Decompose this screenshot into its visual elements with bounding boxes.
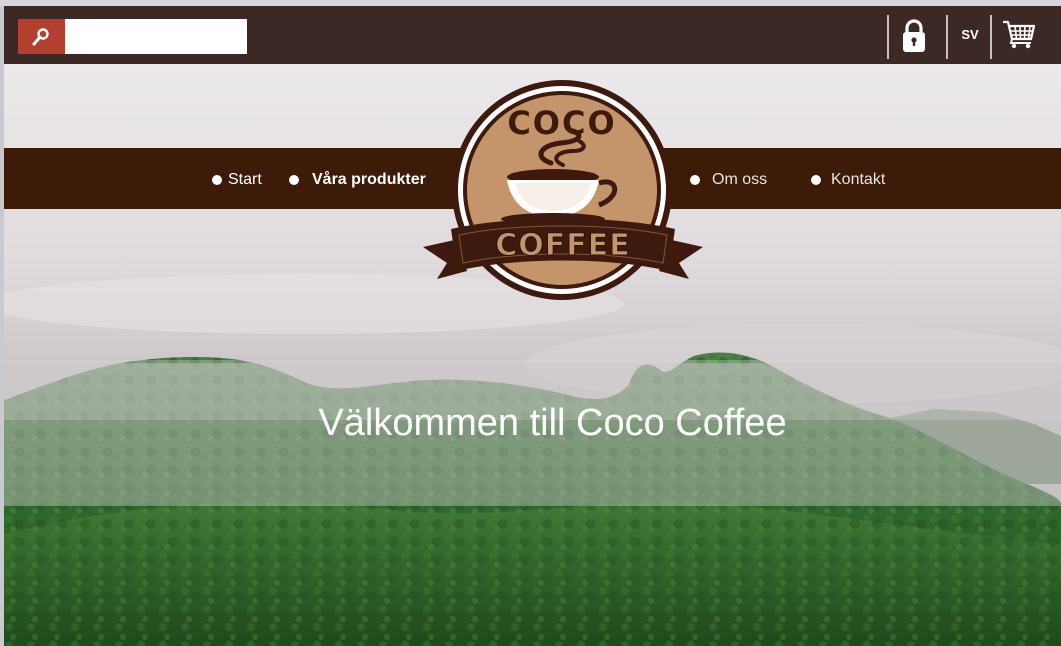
hero-title: Välkommen till Coco Coffee xyxy=(318,402,787,444)
nav-item-start[interactable]: Start xyxy=(212,171,262,189)
nav-item-label: Om oss xyxy=(712,171,768,188)
login-button[interactable] xyxy=(901,18,927,54)
search-icon xyxy=(32,28,49,46)
search-input[interactable] xyxy=(65,19,247,54)
bullet-icon xyxy=(212,175,222,185)
coco-coffee-logo: COCO COFFEE xyxy=(423,80,703,300)
window-edge-top xyxy=(0,0,1061,6)
logo-banner-text: COFFEE xyxy=(495,228,631,263)
nav-item-label: Våra produkter xyxy=(312,171,426,188)
language-selector[interactable]: SV xyxy=(954,25,986,45)
nav-item-contact[interactable]: Kontakt xyxy=(811,171,885,189)
top-bar: SV xyxy=(4,6,1061,64)
cart-icon xyxy=(1003,20,1036,49)
nav-item-label: Start xyxy=(228,171,262,188)
bullet-icon xyxy=(289,175,299,185)
nav-item-label: Kontakt xyxy=(831,171,886,188)
divider xyxy=(946,15,948,59)
divider xyxy=(887,15,889,59)
search-button[interactable] xyxy=(18,19,65,54)
logo-top-text: COCO xyxy=(507,104,616,142)
bullet-icon xyxy=(811,175,821,185)
cart-button[interactable] xyxy=(1002,19,1036,49)
lock-icon xyxy=(903,19,925,52)
window-edge-left xyxy=(0,0,4,646)
nav-item-products[interactable]: Våra produkter xyxy=(289,171,426,189)
brand-logo[interactable]: COCO COFFEE xyxy=(423,79,703,303)
browser-viewport: SV Start Våra produkter Om oss Kontakt C… xyxy=(0,0,1061,646)
divider xyxy=(990,15,992,59)
